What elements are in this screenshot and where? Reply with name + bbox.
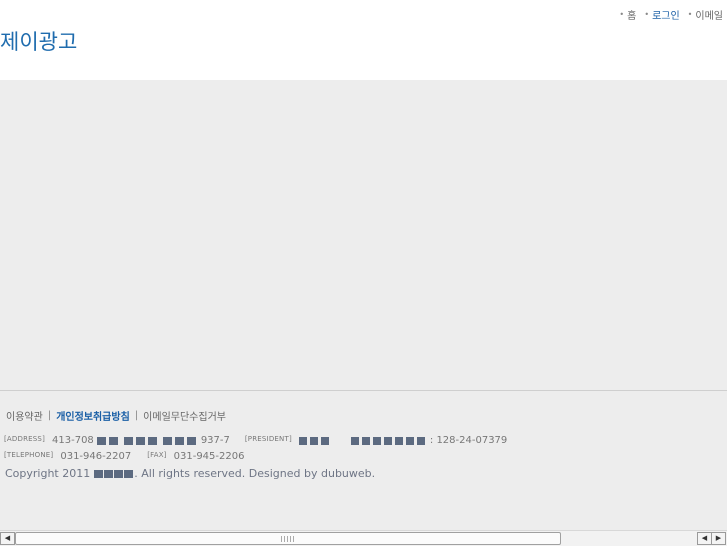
scroll-right-arrow-icon[interactable]: ▶	[711, 532, 726, 545]
copyright: Copyright 2011 . All rights reserved. De…	[4, 467, 375, 480]
redacted-block	[147, 436, 157, 445]
redacted-block	[383, 436, 392, 445]
redacted-block	[309, 436, 318, 445]
redacted-block	[104, 469, 114, 478]
redacted-block	[350, 436, 359, 445]
nav-bullet: •	[619, 10, 625, 19]
footer: 이용약관 | 개인정보취급방침 | 이메일무단수집거부 [ADDRESS] 41…	[0, 390, 727, 531]
redacted-block	[372, 436, 381, 445]
redacted-block	[416, 436, 425, 445]
footer-separator: |	[47, 410, 52, 421]
redacted-block	[123, 436, 133, 445]
copyright-prefix: Copyright 2011	[5, 467, 91, 480]
redacted-block	[405, 436, 414, 445]
redacted-block	[96, 436, 106, 445]
president-tag: [PRESIDENT]	[244, 434, 292, 443]
redacted-block	[298, 436, 307, 445]
nav-bullet: •	[644, 10, 650, 19]
fax-tag: [FAX]	[147, 450, 167, 459]
redacted-block	[135, 436, 145, 445]
redacted-block	[108, 436, 118, 445]
grip-icon	[281, 536, 295, 542]
redacted-block	[174, 436, 184, 445]
telephone-tag: [TELEPHONE]	[4, 450, 54, 459]
nav-bullet: •	[687, 10, 693, 19]
terms-link[interactable]: 이용약관	[6, 408, 43, 423]
footer-links: 이용약관 | 개인정보취급방침 | 이메일무단수집거부	[6, 408, 226, 423]
address-number: 937-7	[200, 435, 230, 446]
redacted-block	[394, 436, 403, 445]
nav-email-label: 이메일	[695, 11, 723, 22]
site-logo[interactable]: 제이광고	[0, 26, 77, 56]
redacted-block	[162, 436, 172, 445]
telephone-number: 031-946-2207	[60, 451, 132, 462]
privacy-policy-link[interactable]: 개인정보취급방침	[56, 408, 130, 423]
nav-home-label: 홈	[627, 11, 637, 22]
contact-row: [TELEPHONE] 031-946-2207 [FAX] 031-945-2…	[4, 450, 252, 463]
fax-number: 031-945-2206	[173, 451, 245, 462]
redacted-block	[320, 436, 329, 445]
nav-login-label: 로그인	[652, 11, 680, 22]
footer-separator: |	[134, 410, 139, 421]
scrollbar-thumb[interactable]	[15, 532, 561, 545]
main-content	[0, 80, 727, 390]
nav-login-link[interactable]: • 로그인	[644, 7, 679, 22]
redacted-block	[186, 436, 196, 445]
address-postcode: 413-708	[52, 435, 94, 446]
copyright-suffix: . All rights reserved. Designed by dubuw…	[134, 467, 376, 480]
top-nav: • 홈 • 로그인 • 이메일	[619, 7, 723, 22]
header: • 홈 • 로그인 • 이메일 제이광고	[0, 0, 727, 80]
business-number: : 128-24-07379	[429, 435, 508, 446]
scroll-left-arrow-icon[interactable]: ◀	[697, 532, 712, 545]
redacted-block	[114, 469, 124, 478]
address-tag: [ADDRESS]	[4, 434, 46, 443]
nav-home-link[interactable]: • 홈	[619, 7, 636, 22]
redacted-block	[94, 469, 104, 478]
redacted-block	[361, 436, 370, 445]
address-row: [ADDRESS] 413-708 937-7 [PRESIDENT] : 12…	[4, 434, 515, 447]
nav-email-link[interactable]: • 이메일	[688, 7, 723, 22]
horizontal-scrollbar[interactable]: ◀ ◀ ▶	[0, 530, 727, 546]
no-email-collection-link[interactable]: 이메일무단수집거부	[143, 408, 226, 423]
scroll-left-arrow-icon[interactable]: ◀	[0, 532, 15, 545]
redacted-block	[124, 469, 134, 478]
